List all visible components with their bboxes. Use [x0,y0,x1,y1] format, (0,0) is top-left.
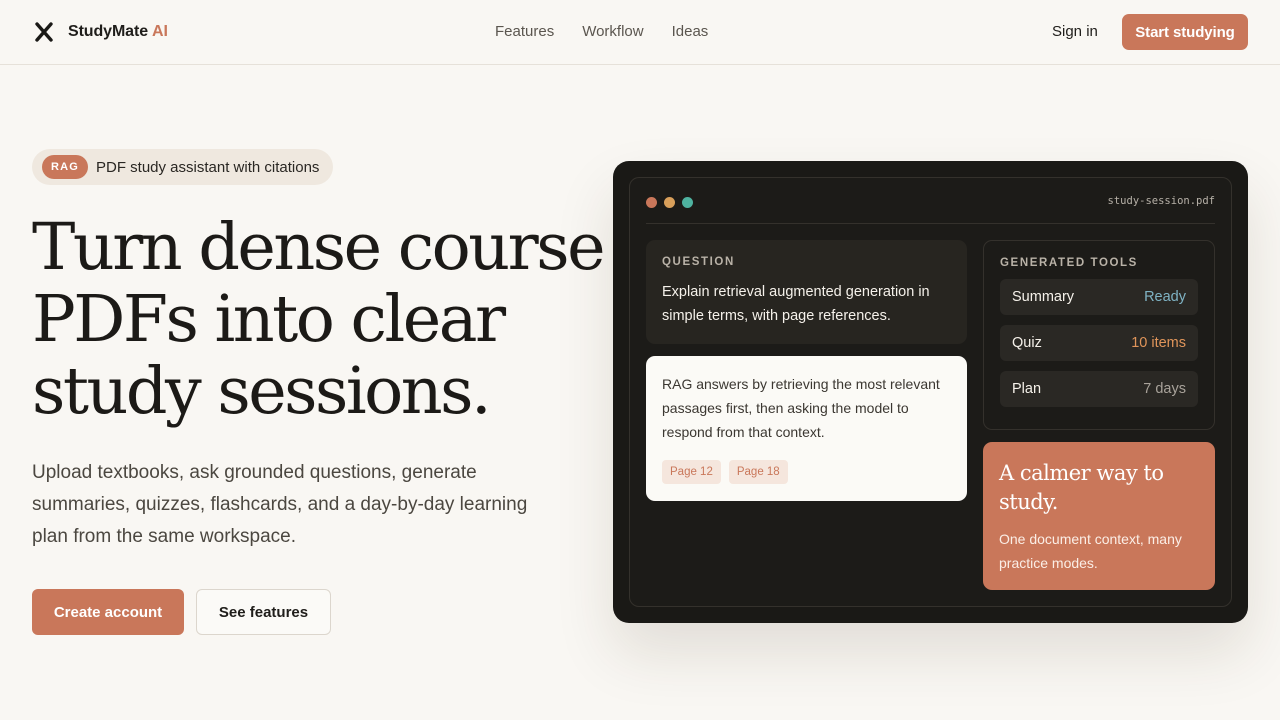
brand-suffix: AI [152,23,168,40]
promo-title: A calmer way to study. [999,461,1164,514]
brand-name: StudyMate AI [68,23,168,40]
tools-label: GENERATED TOOLS [1000,257,1138,269]
tool-status: 7 days [1143,381,1186,397]
brand-logo[interactable]: StudyMate AI [34,20,168,44]
answer-text: RAG answers by retrieving the most relev… [662,376,940,440]
feature-pill: RAG PDF study assistant with citations [32,149,333,185]
pill-text: PDF study assistant with citations [96,158,320,176]
tool-row-summary[interactable]: Summary Ready [1000,279,1198,315]
nav-link-features[interactable]: Features [495,23,554,40]
hero-title-line: study sessions. [32,354,492,429]
nav-link-workflow[interactable]: Workflow [582,23,643,40]
citation-tag[interactable]: Page 18 [728,460,788,484]
tool-row-plan[interactable]: Plan 7 days [1000,371,1198,407]
hero-title-line: PDFs into clear [32,282,506,357]
x-logo-icon [35,22,53,42]
window-dot-green [682,197,693,208]
hero-title-line: Turn dense course [32,210,606,285]
rag-badge: RAG [42,155,88,179]
see-features-button[interactable]: See features [196,589,331,635]
document-filename: study-session.pdf [1107,195,1215,207]
generated-tools-panel: GENERATED TOOLS Summary Ready Quiz 10 it… [983,240,1215,430]
question-text: Explain retrieval augmented generation i… [662,284,930,324]
question-label: QUESTION [662,256,735,268]
citation-tags: Page 12 Page 18 [662,460,951,484]
question-card: QUESTION Explain retrieval augmented gen… [646,240,967,344]
citation-tag[interactable]: Page 12 [662,460,721,484]
window-dot-yellow [664,197,675,208]
hero-subtitle: Upload textbooks, ask grounded questions… [32,462,528,547]
app-preview-frame: study-session.pdf QUESTION Explain retri… [629,177,1232,607]
window-dot-red [646,197,657,208]
hero-title: Turn dense course PDFs into clear study … [32,210,606,429]
nav-link-ideas[interactable]: Ideas [672,23,709,40]
window-controls [646,197,693,208]
tool-label: Plan [1012,381,1042,397]
promo-card: A calmer way to study. One document cont… [983,442,1215,590]
divider [646,223,1215,224]
start-studying-button[interactable]: Start studying [1122,14,1248,50]
promo-text: One document context, many practice mode… [999,531,1182,571]
main-nav: Features Workflow Ideas [495,23,708,40]
tool-label: Summary [1012,289,1075,305]
tool-status: 10 items [1131,335,1186,351]
tool-row-quiz[interactable]: Quiz 10 items [1000,325,1198,361]
tool-status: Ready [1144,289,1186,305]
create-account-button[interactable]: Create account [32,589,184,635]
sign-in-link[interactable]: Sign in [1052,23,1098,40]
answer-card: RAG answers by retrieving the most relev… [646,356,967,501]
tool-label: Quiz [1012,335,1042,351]
top-navigation-bar: StudyMate AI Features Workflow Ideas Sign… [0,0,1280,65]
app-preview-window: study-session.pdf QUESTION Explain retri… [613,161,1248,623]
